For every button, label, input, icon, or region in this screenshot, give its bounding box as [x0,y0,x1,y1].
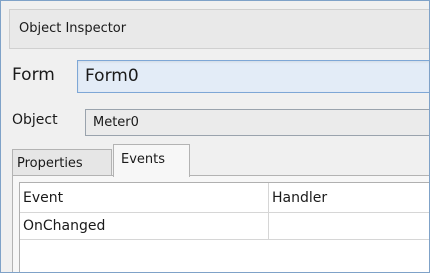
form-selector[interactable]: Form0 [77,60,429,93]
tab-properties[interactable]: Properties [12,149,112,176]
object-selector[interactable]: Meter0 [85,109,429,136]
object-label: Object [12,112,58,128]
grid-header: Event Handler [20,183,429,213]
table-row[interactable]: OnChanged [20,213,429,240]
event-handler-cell[interactable] [269,213,429,239]
inspector-tabs: Properties Events [12,144,429,177]
column-header-handler[interactable]: Handler [269,183,429,212]
window-title: Object Inspector [19,21,127,36]
events-grid: Event Handler OnChanged [19,182,429,272]
events-panel: Event Handler OnChanged [12,175,429,272]
title-bar[interactable]: Object Inspector [9,9,429,49]
column-header-event[interactable]: Event [20,183,269,212]
object-inspector-window: Object Inspector Form Form0 Object Meter… [0,0,430,273]
event-name-cell[interactable]: OnChanged [20,213,269,239]
tab-events[interactable]: Events [113,144,190,177]
form-label: Form [12,65,55,85]
